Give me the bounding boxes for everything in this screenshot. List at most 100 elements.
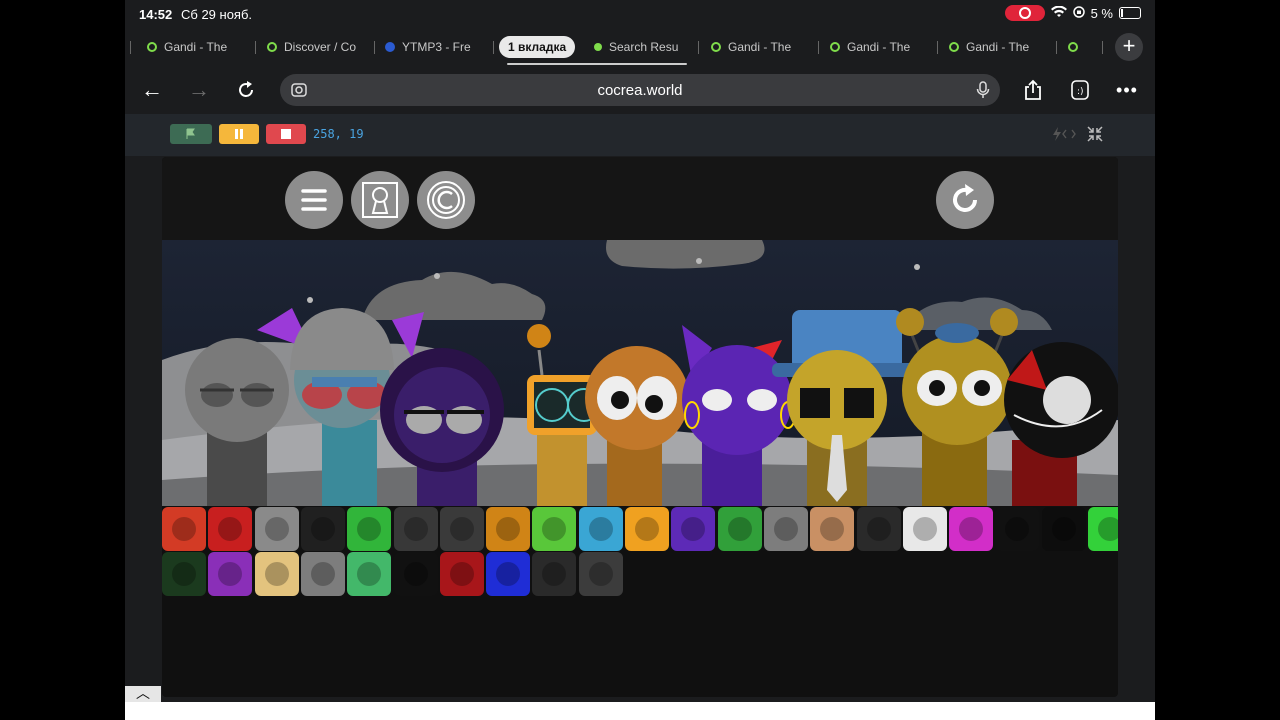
sound-icon-1-19[interactable]: [995, 507, 1040, 551]
sound-icon-2-4[interactable]: [300, 552, 345, 596]
icon-face: [218, 562, 243, 586]
icon-face: [1005, 517, 1030, 541]
tab-separator: [1056, 41, 1057, 54]
sound-icon-1-8[interactable]: [486, 507, 531, 551]
sound-icon-1-6[interactable]: [393, 507, 438, 551]
sound-icon-2-6[interactable]: [393, 552, 438, 596]
tab-more[interactable]: [1068, 36, 1086, 58]
project-stage[interactable]: [162, 157, 1118, 697]
active-tab-indicator: [507, 63, 687, 65]
icon-face: [820, 517, 845, 541]
tab-gandi-3[interactable]: Gandi - The: [830, 36, 928, 58]
stop-button[interactable]: [266, 124, 306, 144]
tab-label: Search Resu: [609, 40, 679, 54]
sound-icon-1-7[interactable]: [439, 507, 484, 551]
icon-face: [959, 517, 984, 541]
download-icon: [385, 42, 395, 52]
character-scene: [162, 240, 1118, 506]
status-bar: 14:52 Сб 29 нояб. 5 %: [125, 0, 1155, 30]
microphone-icon[interactable]: [976, 81, 990, 104]
tab-separator: [698, 41, 699, 54]
battery-percent: 5 %: [1090, 5, 1113, 21]
sound-icon-2-1[interactable]: [162, 552, 206, 596]
tab-label: Discover / Co: [284, 40, 357, 54]
sound-icon-1-12[interactable]: [671, 507, 716, 551]
green-flag-button[interactable]: [170, 124, 212, 144]
sound-icon-1-20[interactable]: [1041, 507, 1086, 551]
sound-icon-1-2[interactable]: [208, 507, 253, 551]
sound-icon-1-3[interactable]: [254, 507, 299, 551]
sound-icon-1-18[interactable]: [949, 507, 994, 551]
status-time: 14:52: [139, 7, 173, 22]
sound-icon-1-15[interactable]: [810, 507, 855, 551]
game-top-bar: [162, 157, 1118, 240]
credits-button[interactable]: [417, 171, 475, 229]
icon-face: [588, 517, 613, 541]
share-icon[interactable]: [1019, 76, 1047, 104]
sound-icon-1-10[interactable]: [578, 507, 623, 551]
sound-icon-1-21[interactable]: [1088, 507, 1118, 551]
icon-face: [773, 517, 798, 541]
screen-record-icon[interactable]: [1004, 5, 1045, 21]
keyhole-button[interactable]: [351, 171, 409, 229]
tab-separator: [937, 41, 938, 54]
sound-icon-1-17[interactable]: [902, 507, 947, 551]
turbo-mode-icon[interactable]: [1050, 126, 1080, 147]
sound-icon-1-5[interactable]: [347, 507, 392, 551]
sound-icon-1-14[interactable]: [763, 507, 808, 551]
icon-face: [403, 517, 428, 541]
pause-button[interactable]: [219, 124, 259, 144]
sound-icon-1-16[interactable]: [856, 507, 901, 551]
sound-icon-2-5[interactable]: [347, 552, 392, 596]
sound-icon-1-4[interactable]: [300, 507, 345, 551]
tab-separator: [1102, 41, 1103, 54]
tab-gandi-1[interactable]: Gandi - The: [147, 36, 245, 58]
battery-icon: [1119, 7, 1141, 19]
address-bar[interactable]: cocrea.world: [280, 74, 1000, 106]
sound-icon-1-13[interactable]: [717, 507, 762, 551]
forward-icon[interactable]: →: [185, 76, 213, 104]
scratch-cat-icon: [711, 42, 721, 52]
icon-face: [1051, 517, 1076, 541]
tab-gandi-2[interactable]: Gandi - The: [711, 36, 809, 58]
sound-icon-1-1[interactable]: [162, 507, 206, 551]
tab-separator: [374, 41, 375, 54]
menu-button[interactable]: [285, 171, 343, 229]
icon-face: [588, 562, 613, 586]
back-icon[interactable]: ←: [138, 76, 166, 104]
reload-icon[interactable]: [232, 76, 260, 104]
icon-face: [681, 517, 706, 541]
sound-icon-2-9[interactable]: [532, 552, 577, 596]
collapse-toggle-icon[interactable]: ︿: [125, 686, 161, 702]
new-tab-button[interactable]: +: [1115, 33, 1143, 61]
tab-bar: Gandi - The Discover / Co YTMP3 - Fre 1 …: [125, 30, 1155, 64]
extension-icon[interactable]: :): [1066, 76, 1094, 104]
more-options-icon[interactable]: •••: [1113, 76, 1141, 104]
tab-label: Gandi - The: [728, 40, 792, 54]
sound-icon-2-2[interactable]: [208, 552, 253, 596]
icon-face: [496, 562, 521, 586]
tab-search-results[interactable]: Search Resu: [594, 36, 686, 58]
fullscreen-exit-icon[interactable]: [1087, 126, 1103, 147]
sound-icon-2-3[interactable]: [254, 552, 299, 596]
sound-icon-1-9[interactable]: [532, 507, 577, 551]
sound-icon-2-8[interactable]: [486, 552, 531, 596]
tab-active[interactable]: 1 вкладка: [499, 36, 576, 58]
scratch-cat-icon: [949, 42, 959, 52]
tab-discover[interactable]: Discover / Co: [267, 36, 365, 58]
tab-label: YTMP3 - Fre: [402, 40, 471, 54]
url-text: cocrea.world: [597, 82, 683, 99]
sound-icon-2-7[interactable]: [439, 552, 484, 596]
sound-icon-1-11[interactable]: [625, 507, 669, 551]
reset-button[interactable]: [936, 171, 994, 229]
tab-label: Gandi - The: [966, 40, 1030, 54]
sound-icon-2-10[interactable]: [578, 552, 623, 596]
icon-face: [310, 517, 335, 541]
green-dot-icon: [594, 43, 602, 51]
tab-ytmp3[interactable]: YTMP3 - Fre: [385, 36, 483, 58]
icon-face: [912, 517, 937, 541]
icon-face: [357, 517, 382, 541]
icon-face: [403, 562, 428, 586]
icon-face: [635, 517, 659, 541]
tab-gandi-4[interactable]: Gandi - The: [949, 36, 1047, 58]
